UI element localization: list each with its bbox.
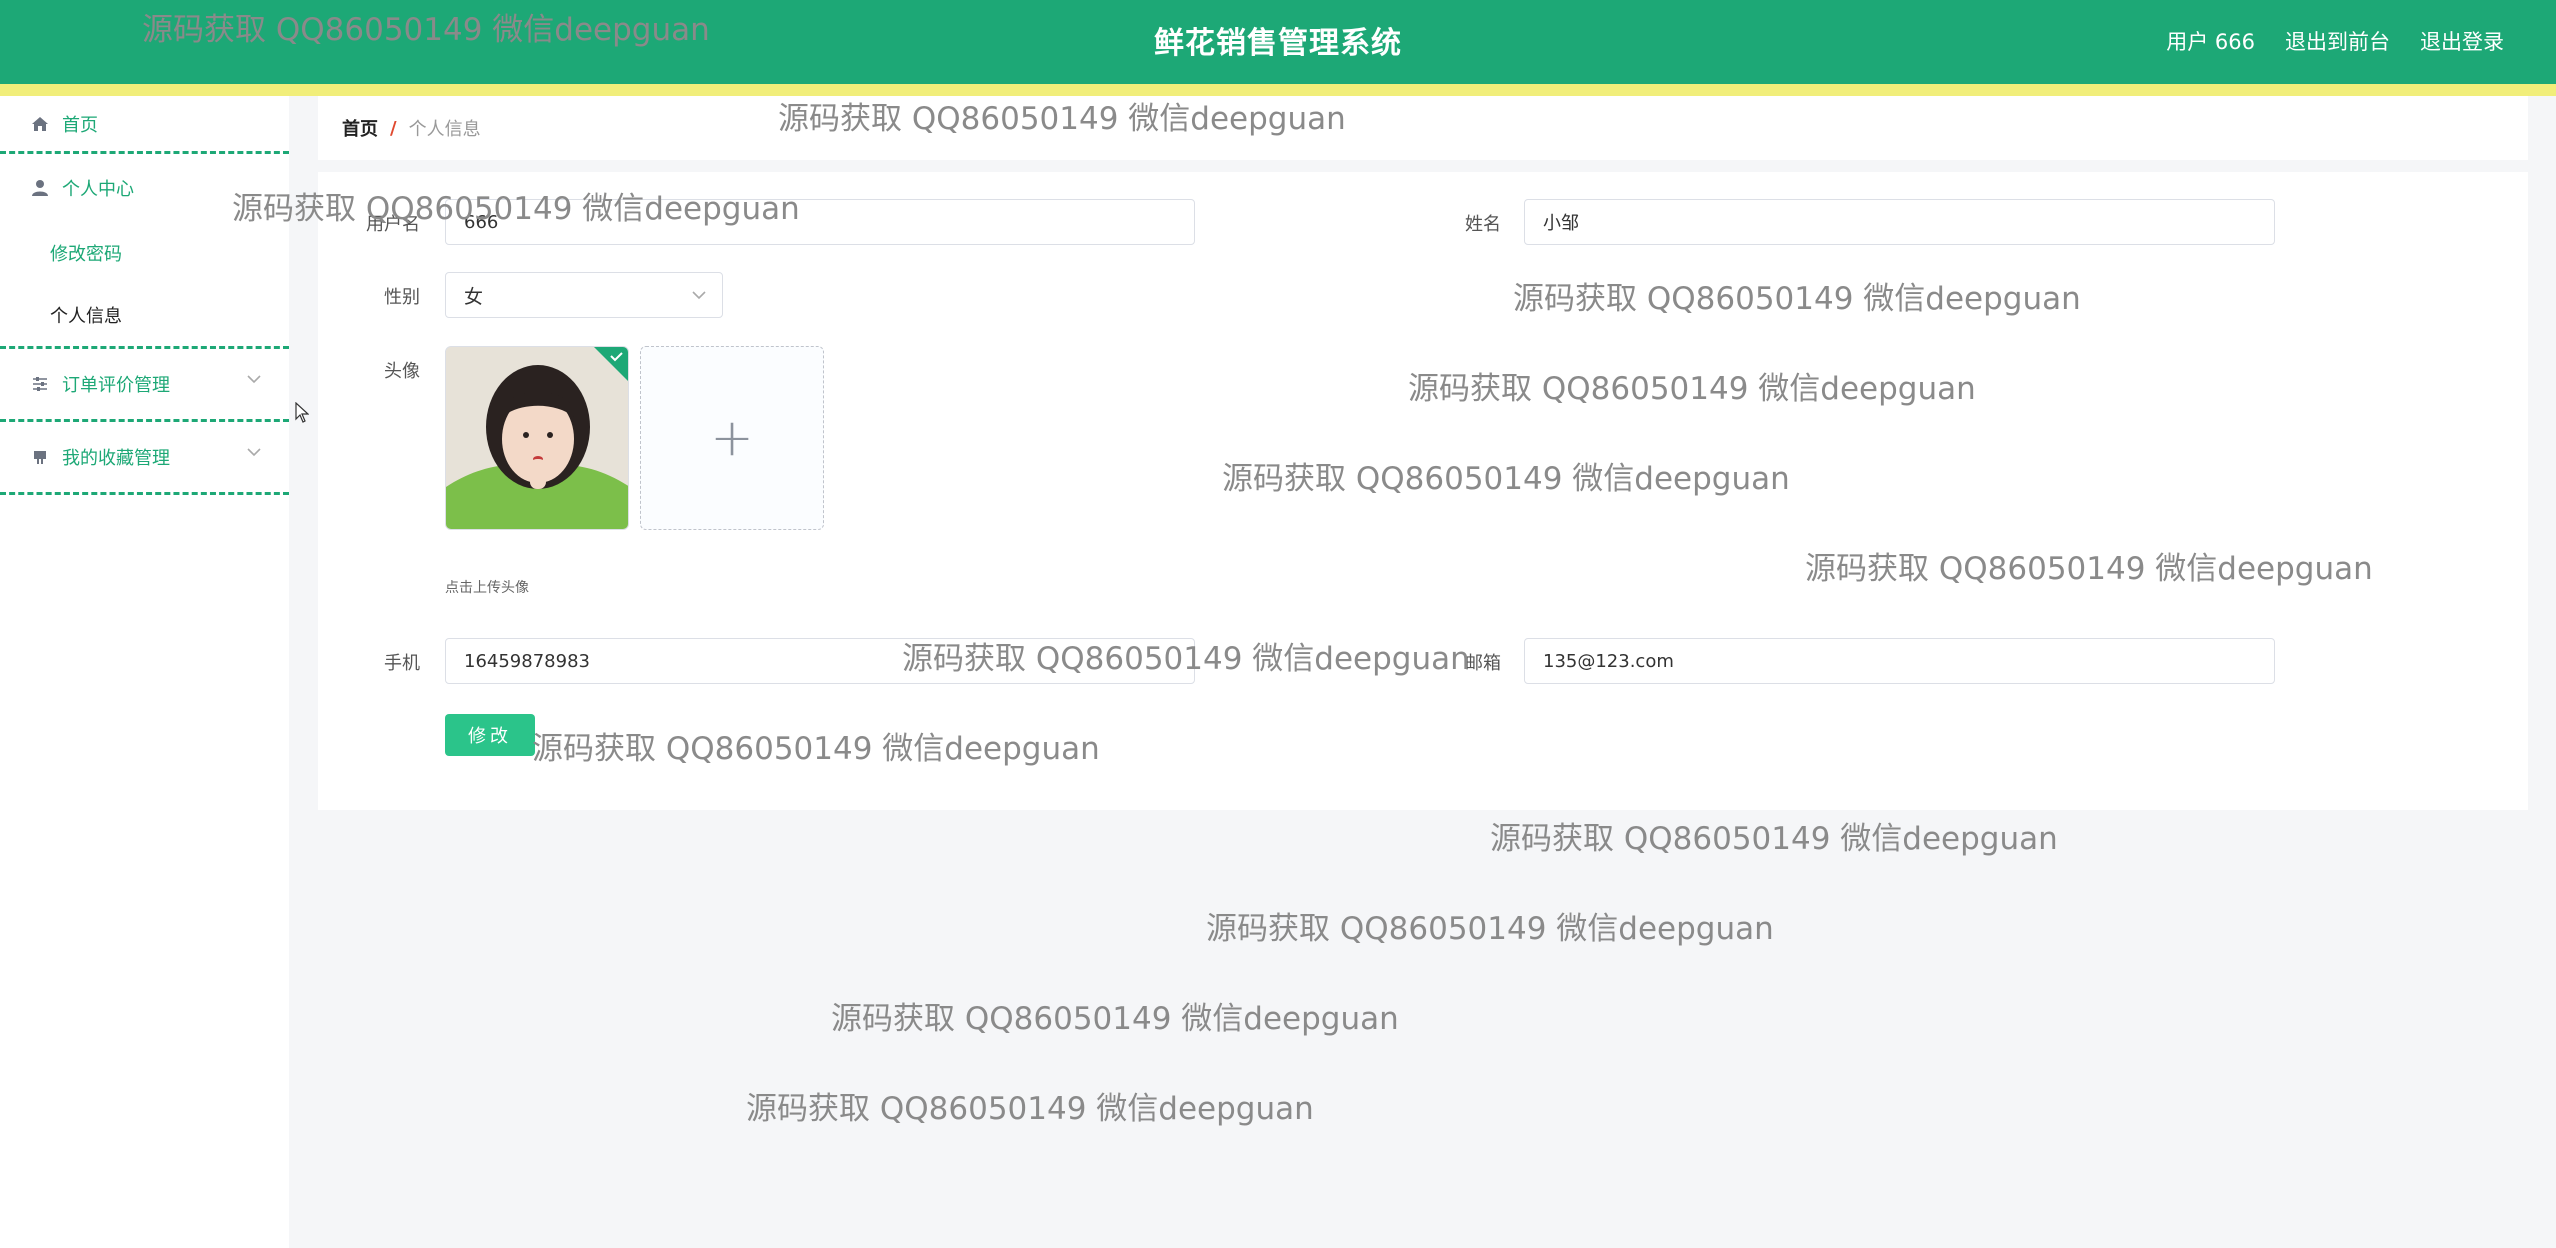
save-button[interactable]: 修改 xyxy=(445,714,535,756)
header-links: 用户 666 退出到前台 退出登录 xyxy=(2166,26,2504,56)
username-label: 用户名 xyxy=(366,214,420,235)
home-icon xyxy=(30,114,50,134)
sidebar: 首页 个人中心 修改密码 个人信息 订单评价管理 我的收藏管理 xyxy=(0,96,289,1248)
header-stripe xyxy=(0,84,2556,96)
breadcrumb-separator: / xyxy=(390,117,397,139)
bookmark-icon xyxy=(30,447,50,467)
name-label: 姓名 xyxy=(1465,214,1501,235)
sidebar-item-personal-center[interactable]: 个人中心 xyxy=(0,154,289,222)
sidebar-divider xyxy=(0,492,289,495)
chevron-down-icon xyxy=(692,285,706,304)
breadcrumb-home[interactable]: 首页 xyxy=(342,115,378,141)
current-user-label: 用户 666 xyxy=(2166,30,2255,54)
avatar[interactable] xyxy=(445,346,629,530)
watermark: 源码获取 QQ86050149 微信deepguan xyxy=(831,1001,1399,1037)
phone-field[interactable]: 16459878983 xyxy=(445,638,1195,684)
watermark: 源码获取 QQ86050149 微信deepguan xyxy=(1206,911,1774,947)
watermark: 源码获取 QQ86050149 微信deepguan xyxy=(746,1091,1314,1127)
user-icon xyxy=(30,178,50,198)
sidebar-item-label: 我的收藏管理 xyxy=(62,448,170,469)
sidebar-item-label: 首页 xyxy=(62,114,98,136)
chevron-down-icon xyxy=(247,369,261,388)
profile-form: 用户名 666 姓名 小邹 性别 女 头像 + 点击上传头像 手机 164598 xyxy=(318,172,2528,810)
avatar-label: 头像 xyxy=(384,361,420,382)
sidebar-item-favorites[interactable]: 我的收藏管理 xyxy=(0,422,289,492)
sidebar-item-label: 个人中心 xyxy=(62,179,134,200)
gender-selected-value: 女 xyxy=(464,285,484,308)
gender-label: 性别 xyxy=(384,287,420,308)
sidebar-item-home[interactable]: 首页 xyxy=(0,96,289,151)
sidebar-subitem-personal-info[interactable]: 个人信息 xyxy=(0,284,289,346)
watermark: 源码获取 QQ86050149 微信deepguan xyxy=(1490,821,2058,857)
name-field[interactable]: 小邹 xyxy=(1524,199,2275,245)
gender-select[interactable]: 女 xyxy=(445,272,723,318)
sidebar-item-label: 订单评价管理 xyxy=(62,375,170,396)
sliders-icon xyxy=(30,374,50,394)
upload-hint: 点击上传头像 xyxy=(445,580,529,596)
breadcrumb: 首页 / 个人信息 xyxy=(318,96,2528,160)
phone-label: 手机 xyxy=(384,653,420,674)
breadcrumb-current: 个人信息 xyxy=(408,119,481,140)
chevron-down-icon xyxy=(247,442,261,461)
back-to-front-link[interactable]: 退出到前台 xyxy=(2285,26,2390,56)
top-header: 鲜花销售管理系统 用户 666 退出到前台 退出登录 xyxy=(0,0,2556,84)
avatar-upload-button[interactable]: + xyxy=(640,346,824,530)
username-field[interactable]: 666 xyxy=(445,199,1195,245)
email-label: 邮箱 xyxy=(1465,653,1501,674)
sidebar-subitem-change-password[interactable]: 修改密码 xyxy=(0,222,289,284)
check-badge-icon xyxy=(594,347,628,381)
logout-link[interactable]: 退出登录 xyxy=(2420,26,2504,56)
email-field[interactable]: 135@123.com xyxy=(1524,638,2275,684)
plus-icon: + xyxy=(710,408,754,468)
sidebar-item-order-review[interactable]: 订单评价管理 xyxy=(0,349,289,419)
mouse-cursor-icon xyxy=(295,402,309,423)
